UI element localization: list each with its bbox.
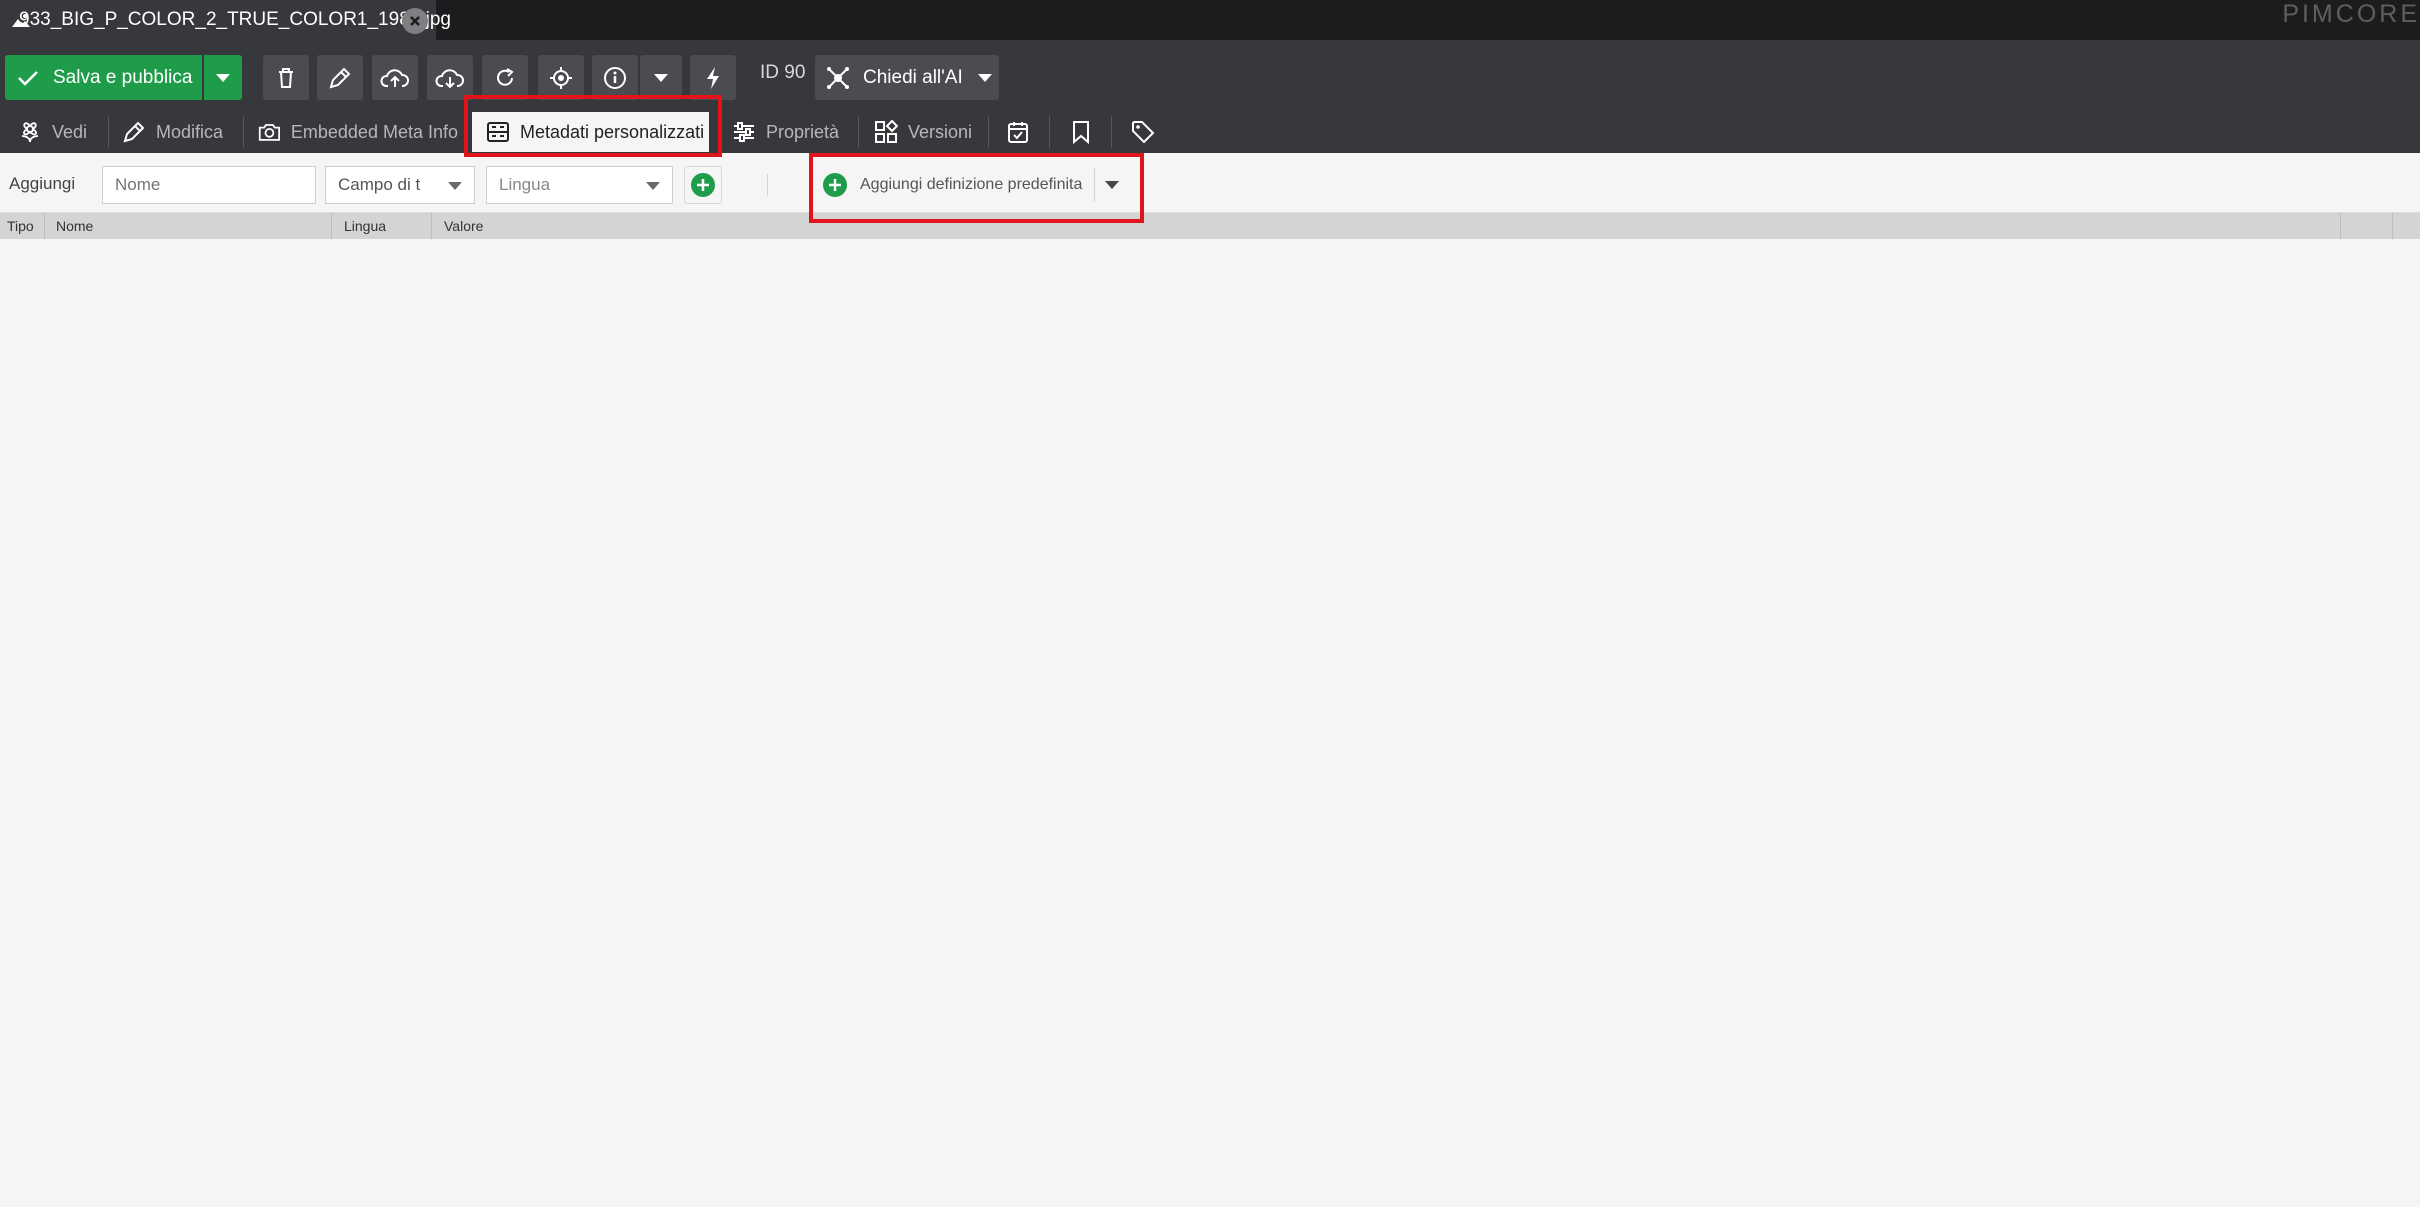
info-menu-button[interactable] — [640, 55, 682, 100]
tab-embedded-meta-info[interactable]: Embedded Meta Info — [258, 112, 458, 152]
info-button[interactable] — [592, 55, 638, 100]
plus-circle-icon — [691, 173, 715, 197]
chevron-down-icon[interactable] — [1105, 181, 1119, 189]
save-publish-label: Salva e pubblica — [53, 66, 193, 88]
tab-versions[interactable]: Versioni — [874, 112, 974, 152]
reload-button[interactable] — [482, 55, 528, 100]
split-divider — [1094, 168, 1095, 202]
tab-divider — [108, 116, 109, 148]
tab-view[interactable]: Vedi — [18, 112, 106, 152]
add-predefined-definition-button[interactable]: Aggiungi definizione predefinita — [813, 166, 1127, 204]
check-icon — [18, 70, 38, 86]
language-select[interactable]: Lingua — [486, 166, 673, 204]
tab-divider — [1049, 116, 1050, 148]
lightning-icon — [707, 66, 719, 89]
locate-button[interactable] — [538, 55, 584, 100]
field-type-select[interactable]: Campo di t — [325, 166, 475, 204]
metadata-name-input[interactable] — [102, 166, 316, 204]
cloud-download-icon — [435, 68, 464, 88]
cloud-upload-icon — [380, 68, 409, 87]
metadata-grid-body — [0, 239, 2420, 1207]
column-header-language[interactable]: Lingua — [337, 213, 432, 239]
tab-tags[interactable] — [1121, 112, 1165, 152]
bookmark-icon — [1073, 121, 1089, 144]
main-toolbar: Salva e pubblica ID 90 Chiedi all'AI Ved… — [0, 40, 2420, 153]
tab-edit-label: Modifica — [156, 121, 224, 142]
sliders-icon — [734, 122, 754, 142]
metadata-grid-header: Tipo Nome Lingua Valore — [0, 213, 2420, 239]
tab-divider — [988, 116, 989, 148]
tab-properties[interactable]: Proprietà — [732, 112, 852, 152]
tab-embedded-meta-info-label: Embedded Meta Info — [290, 121, 458, 142]
ask-ai-label: Chiedi all'AI — [863, 66, 963, 88]
document-tab-strip: 933_BIG_P_COLOR_2_TRUE_COLOR1_1980.jpg P… — [0, 0, 2420, 40]
add-metadata-toolbar: Aggiungi Campo di t Lingua Aggiungi defi… — [0, 153, 2420, 213]
tab-custom-metadata-label: Metadati personalizzati — [520, 121, 705, 142]
save-publish-button[interactable]: Salva e pubblica — [5, 55, 202, 100]
brand-logo: PIMCORE — [2282, 0, 2420, 28]
close-tab-icon[interactable] — [402, 8, 428, 34]
tab-divider — [1111, 116, 1112, 148]
calendar-check-icon — [1008, 122, 1028, 143]
tab-bookmarks[interactable] — [1059, 112, 1103, 152]
tab-schedule[interactable] — [996, 112, 1040, 152]
chevron-down-icon — [216, 73, 230, 82]
edit-button[interactable] — [317, 55, 363, 100]
tab-divider — [243, 116, 244, 148]
refresh-icon — [497, 67, 514, 86]
chevron-down-icon — [646, 182, 660, 190]
chevron-down-icon — [448, 182, 462, 190]
tab-edit[interactable]: Modifica — [122, 112, 242, 152]
chevron-down-icon — [977, 73, 992, 82]
flower-icon — [21, 122, 39, 143]
field-type-value: Campo di t — [338, 175, 421, 194]
delete-button[interactable] — [263, 55, 309, 100]
tab-custom-metadata[interactable]: Metadati personalizzati — [472, 112, 709, 152]
toolbar-separator — [767, 174, 768, 196]
document-tab-title: 933_BIG_P_COLOR_2_TRUE_COLOR1_1980.jpg — [19, 9, 451, 30]
language-placeholder: Lingua — [499, 175, 551, 194]
column-header-value[interactable]: Valore — [437, 213, 2341, 239]
tag-icon — [1132, 121, 1155, 144]
column-header-action[interactable] — [2343, 213, 2393, 239]
camera-icon — [258, 124, 281, 141]
plus-circle-icon — [823, 173, 847, 197]
versions-icon — [875, 120, 898, 143]
element-id: ID 90 — [760, 62, 806, 83]
quick-action-button[interactable] — [690, 55, 736, 100]
add-predefined-definition-label: Aggiungi definizione predefinita — [860, 176, 1083, 193]
tab-view-label: Vedi — [52, 121, 88, 142]
column-header-type[interactable]: Tipo — [0, 213, 45, 239]
ai-network-icon — [827, 66, 849, 89]
pencil-icon — [123, 121, 145, 143]
tab-divider — [858, 116, 859, 148]
add-metadata-button[interactable] — [684, 166, 722, 204]
trash-icon — [279, 67, 293, 88]
download-button[interactable] — [427, 55, 473, 100]
chevron-down-icon — [654, 73, 668, 82]
tab-properties-label: Proprietà — [766, 121, 840, 142]
document-tab[interactable]: 933_BIG_P_COLOR_2_TRUE_COLOR1_1980.jpg — [0, 0, 451, 40]
crosshair-icon — [550, 66, 572, 89]
ask-ai-button[interactable]: Chiedi all'AI — [815, 55, 999, 100]
pencil-icon — [329, 67, 351, 88]
info-icon — [604, 66, 626, 89]
column-header-name[interactable]: Nome — [49, 213, 332, 239]
upload-button[interactable] — [372, 55, 418, 100]
tab-versions-label: Versioni — [908, 121, 973, 142]
metadata-icon — [487, 122, 509, 142]
add-label: Aggiungi — [9, 174, 76, 193]
save-options-button[interactable] — [204, 55, 242, 100]
